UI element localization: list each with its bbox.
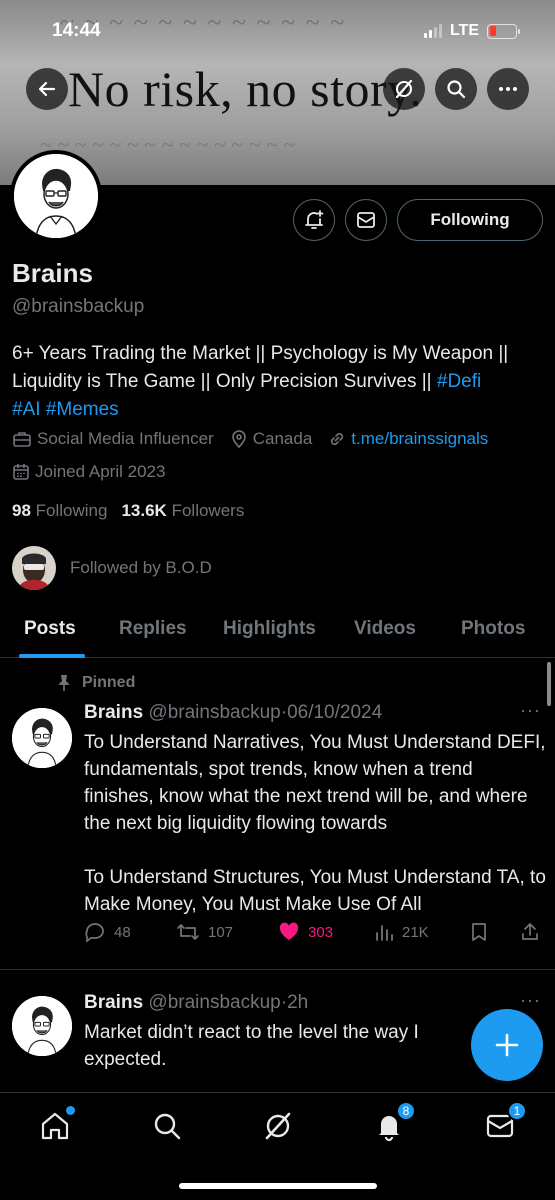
- banner-background-texture-2: ~ ~ ~ ~ ~ ~ ~ ~ ~ ~ ~ ~ ~ ~ ~: [40, 132, 296, 157]
- message-button[interactable]: [345, 199, 387, 241]
- followed-by[interactable]: Followed by B.O.D: [12, 546, 212, 590]
- status-indicators: LTE: [423, 22, 520, 40]
- post-avatar[interactable]: [12, 996, 72, 1056]
- banner-text: No risk, no story.: [68, 61, 423, 117]
- location-pin-icon: [231, 430, 246, 449]
- avatar-illustration-icon: [14, 154, 98, 238]
- views-bar-chart-icon: [376, 925, 393, 941]
- profile-location: Canada: [230, 429, 312, 449]
- tab-videos[interactable]: Videos: [354, 618, 416, 640]
- reply-button[interactable]: 48: [84, 922, 131, 942]
- hashtag-link[interactable]: #Defi: [437, 371, 481, 392]
- nav-home[interactable]: [38, 1106, 75, 1143]
- messages-badge: 1: [507, 1101, 527, 1121]
- repost-icon: [177, 924, 199, 940]
- repost-button[interactable]: 107: [176, 922, 233, 942]
- followers-count-link[interactable]: 13.6K Followers: [121, 501, 244, 521]
- profile-bio: 6+ Years Trading the Market || Psycholog…: [12, 340, 547, 424]
- profile-tabs: Posts Replies Highlights Videos Photos: [0, 600, 555, 658]
- nav-search[interactable]: [150, 1109, 184, 1143]
- nav-notifications[interactable]: 8: [372, 1101, 416, 1143]
- avatar-illustration-icon: [12, 708, 72, 768]
- tab-posts[interactable]: Posts: [24, 618, 76, 640]
- home-indicator: [179, 1183, 377, 1189]
- back-button[interactable]: [26, 68, 68, 110]
- search-icon: [447, 80, 466, 99]
- bio-text: 6+ Years Trading the Market || Psycholog…: [12, 343, 509, 392]
- post-more-button[interactable]: ···: [520, 990, 541, 1011]
- hashtag-link[interactable]: #AI: [12, 399, 41, 420]
- reply-bubble-icon: [85, 923, 104, 942]
- home-unread-dot: [66, 1106, 75, 1115]
- link-icon: [331, 432, 344, 446]
- heart-filled-icon: [279, 922, 299, 940]
- profile-meta: Social Media Influencer Canada t.me/brai…: [12, 429, 488, 449]
- hashtag-link[interactable]: #Memes: [46, 399, 119, 420]
- post-header: Brains @brainsbackup·2h: [84, 992, 309, 1013]
- search-icon: [154, 1113, 181, 1140]
- post-divider: [0, 969, 555, 970]
- pinned-label: Pinned: [56, 674, 135, 692]
- bookmark-icon: [472, 923, 486, 941]
- battery-icon: [487, 23, 520, 39]
- profile-website[interactable]: t.me/brainssignals: [328, 429, 488, 449]
- post-text: Market didn’t react to the level the way…: [84, 1022, 419, 1070]
- banner-background-texture: ~ ~ ~ ~ ~ ~ ~ ~ ~ ~ ~ ~: [60, 8, 347, 37]
- share-icon: [522, 923, 538, 940]
- search-button[interactable]: [435, 68, 477, 110]
- share-button[interactable]: [520, 922, 540, 942]
- follower-avatar-icon: [12, 546, 56, 590]
- grok-icon: [265, 1112, 291, 1140]
- post-more-button[interactable]: ···: [520, 700, 541, 721]
- home-icon: [41, 1112, 69, 1140]
- post-author-name[interactable]: Brains: [84, 702, 143, 723]
- follow-counts: 98 Following 13.6K Followers: [12, 501, 244, 521]
- bell-plus-icon: [305, 210, 324, 229]
- briefcase-icon: [13, 432, 31, 447]
- more-dots-icon: [499, 87, 517, 91]
- nav-messages[interactable]: 1: [483, 1101, 527, 1143]
- grok-icon: [395, 79, 413, 99]
- post-text: To Understand Narratives, You Must Under…: [84, 732, 546, 915]
- bookmark-button[interactable]: [470, 922, 488, 942]
- following-button[interactable]: Following: [397, 199, 543, 241]
- post-header: Brains @brainsbackup·06/10/2024: [84, 702, 383, 723]
- avatar-illustration-icon: [12, 996, 72, 1056]
- post-author-handle[interactable]: @brainsbackup: [148, 702, 280, 723]
- post-timestamp[interactable]: 06/10/2024: [287, 702, 382, 723]
- profile-avatar[interactable]: [10, 150, 102, 242]
- status-time: 14:44: [52, 20, 101, 41]
- notifications-badge: 8: [396, 1101, 416, 1121]
- post-author-handle[interactable]: @brainsbackup: [148, 992, 280, 1013]
- profile-handle: @brainsbackup: [12, 296, 145, 317]
- post-avatar[interactable]: [12, 708, 72, 768]
- tab-replies[interactable]: Replies: [119, 618, 187, 640]
- views-button[interactable]: 21K: [374, 922, 429, 942]
- post-actions: 48 107 303 21K: [84, 922, 544, 948]
- following-count-link[interactable]: 98 Following: [12, 501, 107, 521]
- follower-avatar: [12, 546, 56, 590]
- profile-joined: Joined April 2023: [12, 462, 181, 482]
- back-arrow-icon: [38, 81, 56, 97]
- envelope-icon: [357, 212, 375, 228]
- like-button[interactable]: 303: [278, 922, 333, 942]
- tab-photos[interactable]: Photos: [461, 618, 525, 640]
- signal-icon: [423, 24, 442, 38]
- post-author-name[interactable]: Brains: [84, 992, 143, 1013]
- plus-icon: [495, 1033, 519, 1057]
- profile-category: Social Media Influencer: [12, 429, 214, 449]
- pin-icon: [59, 675, 69, 691]
- nav-grok[interactable]: [261, 1109, 295, 1143]
- more-options-button[interactable]: [487, 68, 529, 110]
- tab-highlights[interactable]: Highlights: [223, 618, 316, 640]
- profile-name: Brains: [12, 258, 93, 288]
- post-timestamp[interactable]: 2h: [287, 992, 308, 1013]
- calendar-icon: [13, 464, 29, 480]
- active-tab-indicator: [19, 654, 85, 658]
- network-label: LTE: [449, 22, 479, 39]
- notifications-subscribe-button[interactable]: [293, 199, 335, 241]
- grok-button[interactable]: [383, 68, 425, 110]
- compose-post-button[interactable]: [471, 1009, 543, 1081]
- scrollbar[interactable]: [547, 662, 551, 706]
